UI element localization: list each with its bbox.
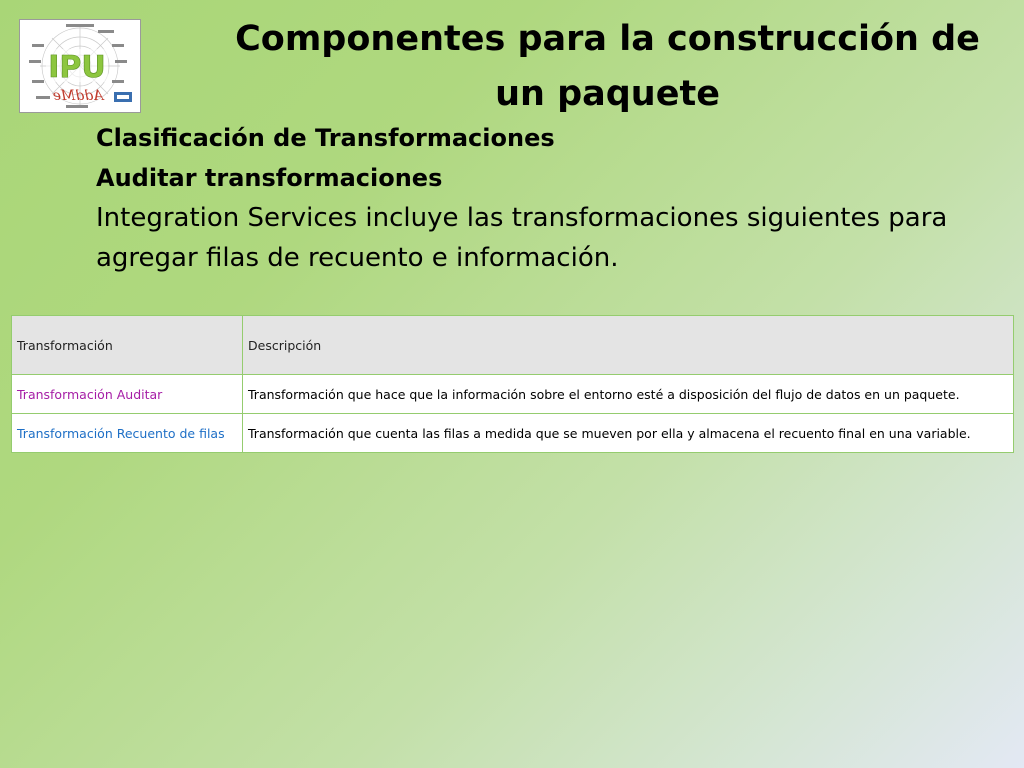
table-cell-description: Transformación que hace que la informaci… bbox=[242, 374, 1014, 414]
logo-graphic: IPU AddMe bbox=[20, 20, 140, 112]
sub-heading-classification: Clasificación de Transformaciones bbox=[96, 124, 555, 152]
column-header-transformation: Transformación bbox=[11, 315, 243, 375]
table-row: Transformación Auditar Transformación qu… bbox=[11, 374, 1014, 414]
table-row: Transformación Recuento de filas Transfo… bbox=[11, 413, 1014, 453]
table-cell-name: Transformación Auditar bbox=[11, 374, 243, 414]
body-paragraph: Integration Services incluye las transfo… bbox=[96, 203, 948, 273]
slide-content: Clasificación de Transformaciones Audita… bbox=[96, 118, 976, 278]
transformations-table: Transformación Descripción Transformació… bbox=[11, 315, 1014, 453]
sub-heading-audit: Auditar transformaciones bbox=[96, 164, 443, 192]
link-transformacion-recuento-de-filas[interactable]: Transformación Recuento de filas bbox=[17, 426, 225, 441]
logo-letters: IPU bbox=[48, 50, 106, 85]
table-cell-name: Transformación Recuento de filas bbox=[11, 413, 243, 453]
column-header-description: Descripción bbox=[242, 315, 1014, 375]
slide-title: Componentes para la construcción de un p… bbox=[235, 19, 980, 114]
table-header-row: Transformación Descripción bbox=[11, 315, 1014, 375]
link-transformacion-auditar[interactable]: Transformación Auditar bbox=[17, 387, 162, 402]
table-cell-description: Transformación que cuenta las filas a me… bbox=[242, 413, 1014, 453]
logo-mirrored-text: AddMe bbox=[53, 88, 106, 104]
logo: IPU AddMe bbox=[19, 19, 141, 113]
